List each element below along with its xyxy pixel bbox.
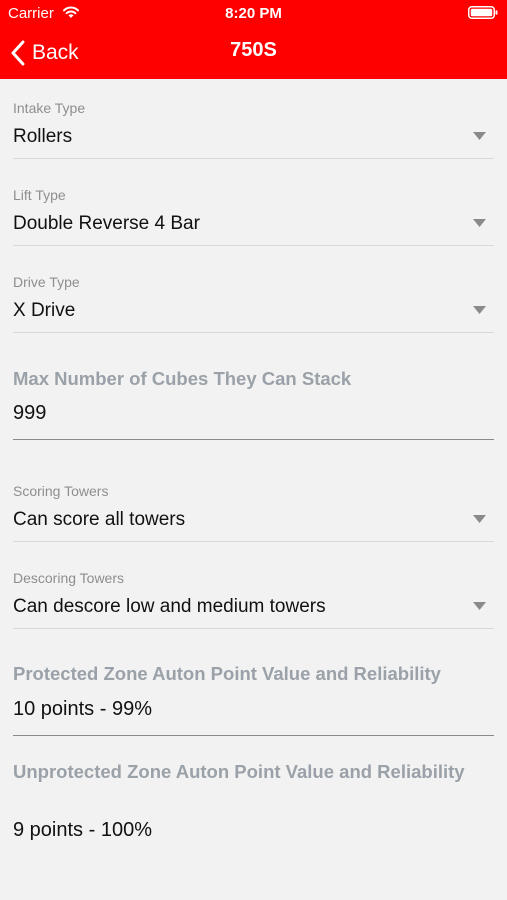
battery-icon [468,6,498,19]
lift-type-select[interactable]: Lift Type Double Reverse 4 Bar [13,183,494,246]
nav-bar: Back 750S [0,28,507,79]
dropdown-arrow-icon [473,132,486,140]
drive-type-value: X Drive [13,300,76,321]
dropdown-arrow-icon [473,515,486,523]
scoring-towers-value: Can score all towers [13,509,186,530]
header: Carrier 8:20 PM Back 750S [0,0,507,79]
drive-type-select[interactable]: Drive Type X Drive [13,270,494,333]
dropdown-arrow-icon [473,306,486,314]
nav-title: 750S [230,39,277,61]
max-cubes-value[interactable]: 999 [13,402,46,425]
max-cubes-label: Max Number of Cubes They Can Stack [13,368,352,389]
unprotected-auton-field[interactable]: Unprotected Zone Auton Point Value and R… [13,760,494,856]
protected-auton-field[interactable]: Protected Zone Auton Point Value and Rel… [13,662,494,736]
protected-auton-label: Protected Zone Auton Point Value and Rel… [13,663,441,684]
status-time: 8:20 PM [225,5,282,22]
lift-type-value: Double Reverse 4 Bar [13,213,200,234]
intake-type-select[interactable]: Intake Type Rollers [13,96,494,159]
intake-type-value: Rollers [13,126,73,147]
unprotected-auton-label: Unprotected Zone Auton Point Value and R… [13,761,465,782]
descoring-towers-label: Descoring Towers [13,570,125,586]
max-cubes-field[interactable]: Max Number of Cubes They Can Stack 999 [13,365,494,440]
status-bar: Carrier 8:20 PM [0,0,507,28]
scoring-towers-label: Scoring Towers [13,483,109,499]
descoring-towers-value: Can descore low and medium towers [13,596,326,617]
descoring-towers-select[interactable]: Descoring Towers Can descore low and med… [13,566,494,629]
intake-type-label: Intake Type [13,100,86,116]
dropdown-arrow-icon [473,602,486,610]
lift-type-label: Lift Type [13,187,66,203]
unprotected-auton-value[interactable]: 9 points - 100% [13,819,152,842]
protected-auton-value[interactable]: 10 points - 99% [13,698,152,721]
scoring-towers-select[interactable]: Scoring Towers Can score all towers [13,479,494,542]
drive-type-label: Drive Type [13,274,80,290]
dropdown-arrow-icon [473,219,486,227]
